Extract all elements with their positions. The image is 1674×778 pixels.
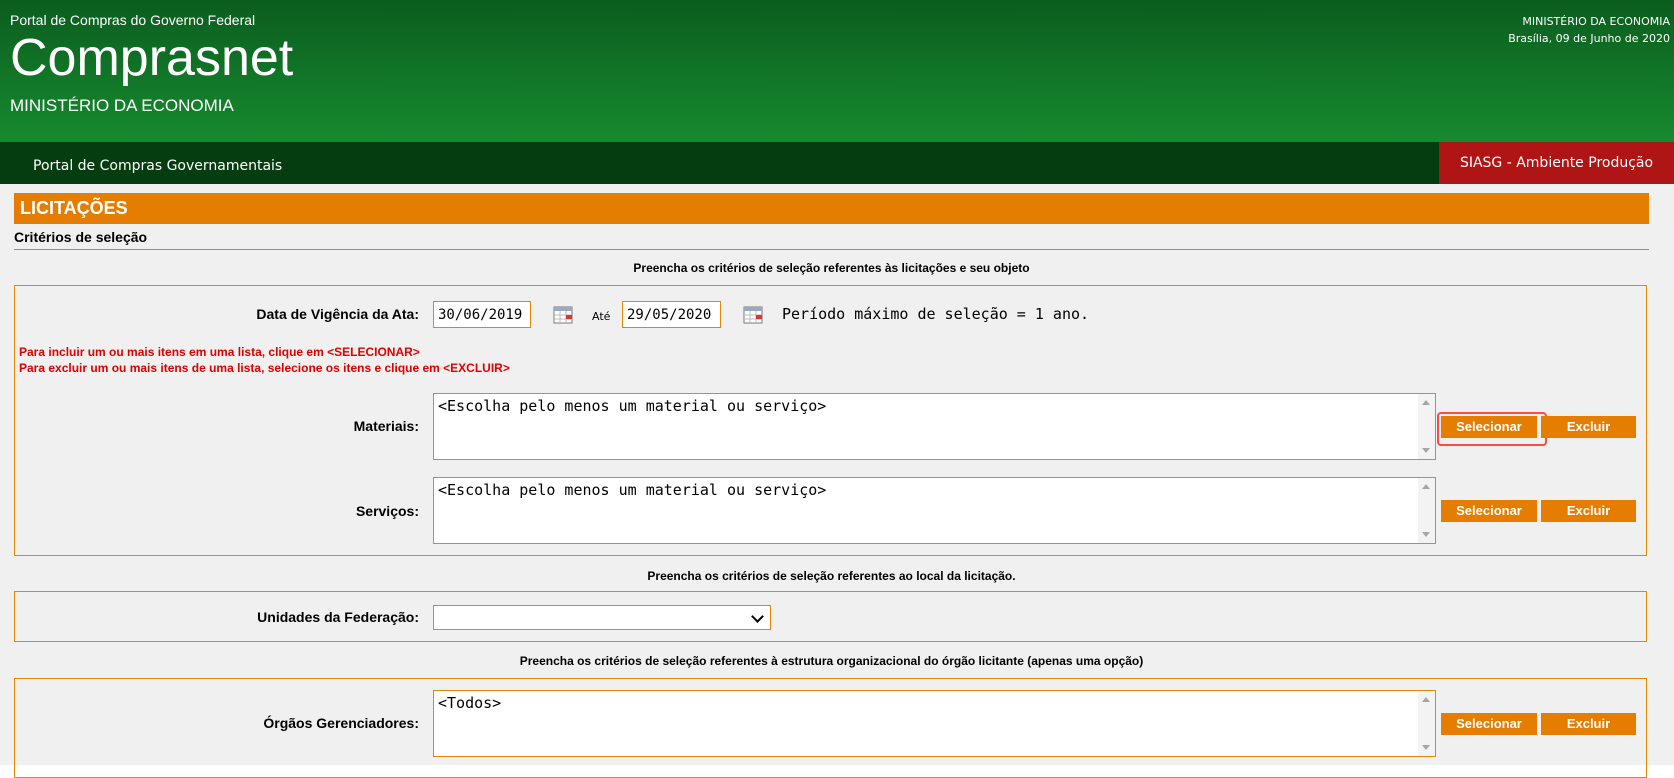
scroll-up-icon[interactable] (1422, 400, 1430, 405)
scroll-down-icon[interactable] (1422, 448, 1430, 453)
orgaos-label: Órgãos Gerenciadores: (263, 715, 419, 731)
orgaos-select-button[interactable]: Selecionar (1441, 713, 1537, 735)
start-date-field[interactable]: 30/06/2019 (433, 301, 531, 328)
help-exclude: Para excluir um ou mais itens de uma lis… (19, 361, 510, 375)
vigencia-label: Data de Vigência da Ata: (256, 306, 419, 322)
orgaos-value[interactable]: <Todos> (438, 694, 501, 712)
nav-bar: Portal de Compras Governamentais (0, 142, 1674, 184)
header-date: Brasília, 09 de Junho de 2020 (1508, 32, 1670, 45)
servicos-list[interactable]: <Escolha pelo menos um material ou servi… (433, 477, 1436, 544)
divider (14, 249, 1649, 250)
calendar-icon[interactable] (743, 306, 763, 324)
calendar-icon[interactable] (553, 306, 573, 324)
chevron-down-icon[interactable] (751, 610, 764, 623)
scroll-up-icon[interactable] (1422, 697, 1430, 702)
orgaos-exclude-button[interactable]: Excluir (1541, 713, 1636, 735)
header-info: MINISTÉRIO DA ECONOMIA Brasília, 09 de J… (1508, 13, 1670, 47)
scroll-down-icon[interactable] (1422, 745, 1430, 750)
servicos-value[interactable]: <Escolha pelo menos um material ou servi… (438, 481, 826, 499)
instruction-org: Preencha os critérios de seleção referen… (519, 654, 1144, 668)
uf-label: Unidades da Federação: (257, 609, 419, 625)
scrollbar[interactable] (1418, 394, 1435, 459)
end-date-field[interactable]: 29/05/2020 (622, 301, 721, 328)
instruction-local: Preencha os critérios de seleção referen… (647, 569, 1016, 583)
nav-link-portal[interactable]: Portal de Compras Governamentais (33, 158, 282, 174)
period-note: Período máximo de seleção = 1 ano. (782, 305, 1090, 323)
orgaos-list[interactable]: <Todos> (433, 690, 1436, 757)
site-header: Portal de Compras do Governo Federal Com… (0, 0, 1674, 142)
until-label: Até (592, 310, 611, 323)
materiais-value[interactable]: <Escolha pelo menos um material ou servi… (438, 397, 826, 415)
servicos-select-button[interactable]: Selecionar (1441, 500, 1537, 522)
header-ministry: MINISTÉRIO DA ECONOMIA (1522, 15, 1670, 28)
servicos-exclude-button[interactable]: Excluir (1541, 500, 1636, 522)
scrollbar[interactable] (1418, 478, 1435, 543)
ministry-name: MINISTÉRIO DA ECONOMIA (10, 96, 234, 115)
scrollbar[interactable] (1418, 691, 1435, 756)
instruction-object: Preencha os critérios de seleção referen… (633, 261, 1030, 275)
section-title: LICITAÇÕES (14, 193, 1649, 224)
materiais-exclude-button[interactable]: Excluir (1541, 416, 1636, 438)
portal-name: Portal de Compras do Governo Federal (10, 12, 256, 28)
materiais-list[interactable]: <Escolha pelo menos um material ou servi… (433, 393, 1436, 460)
materiais-select-button[interactable]: Selecionar (1441, 416, 1537, 438)
uf-select[interactable] (433, 605, 771, 630)
scroll-down-icon[interactable] (1422, 532, 1430, 537)
servicos-label: Serviços: (355, 503, 419, 519)
materiais-label: Materiais: (353, 418, 419, 434)
section-subtitle: Critérios de seleção (14, 229, 148, 245)
help-include: Para incluir um ou mais itens em uma lis… (19, 345, 420, 359)
site-title[interactable]: Comprasnet (10, 28, 293, 88)
environment-badge: SIASG - Ambiente Produção (1439, 142, 1674, 184)
scroll-up-icon[interactable] (1422, 484, 1430, 489)
